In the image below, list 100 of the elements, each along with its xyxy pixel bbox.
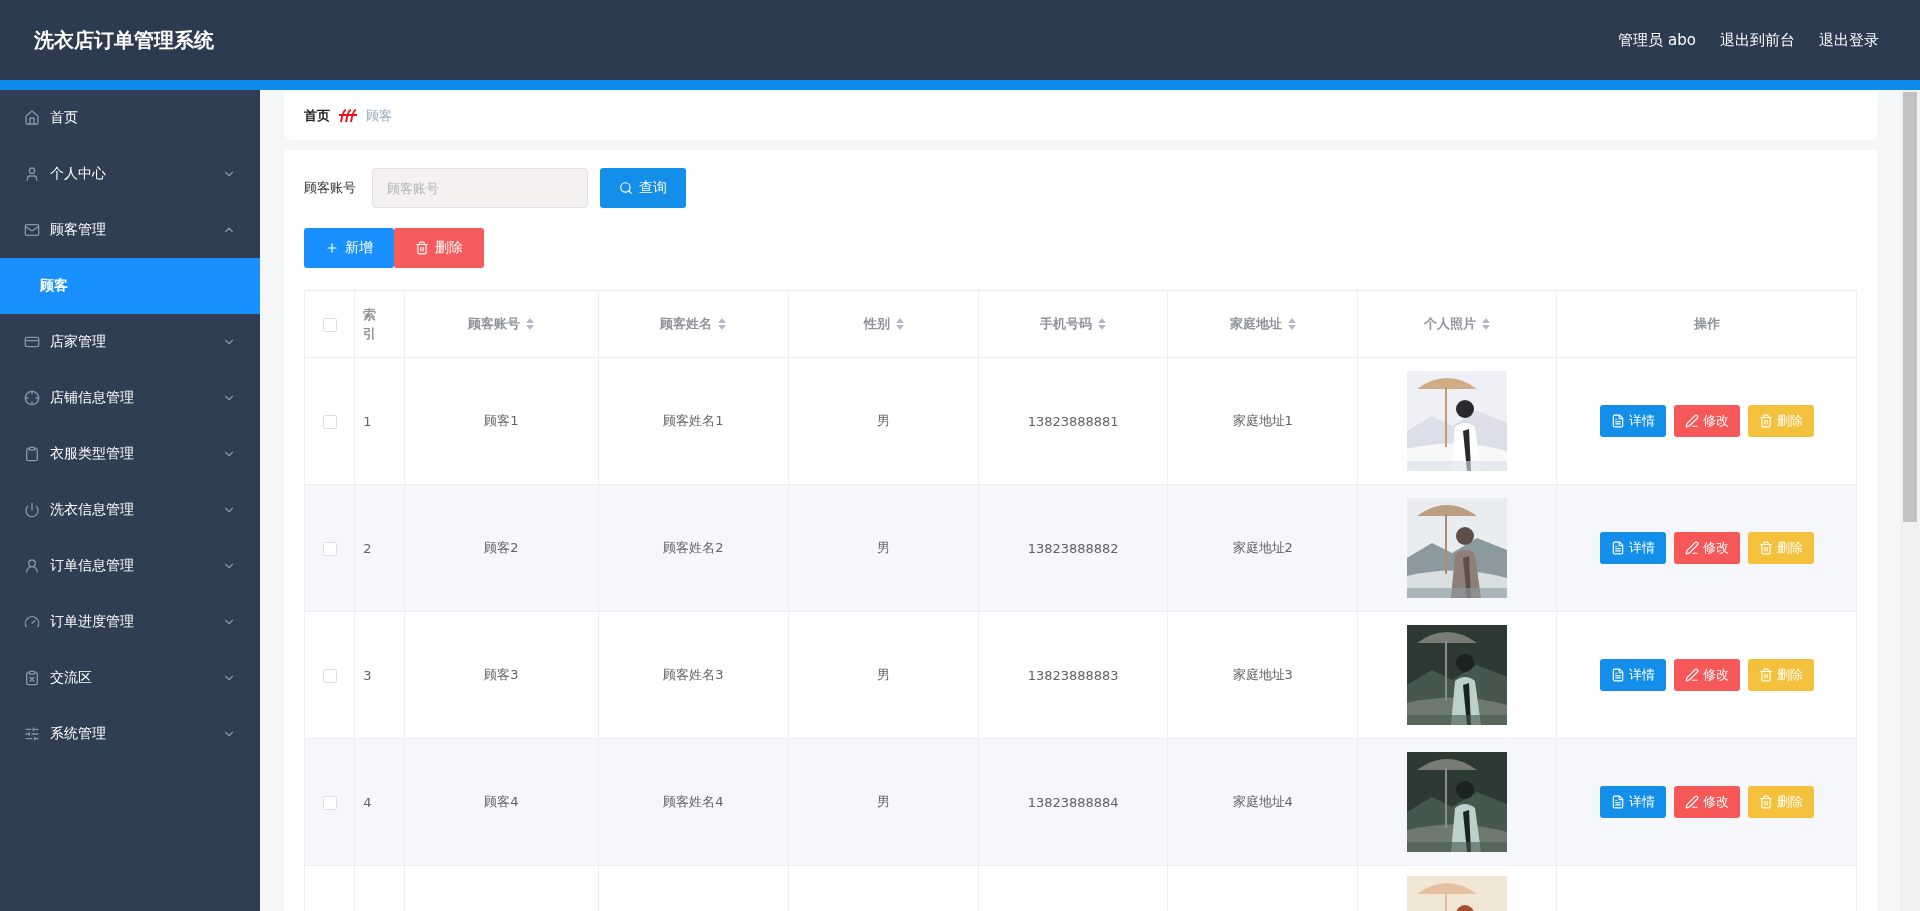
- table-cell: 顾客1: [484, 413, 519, 428]
- table-cell: 顾客姓名3: [663, 667, 724, 682]
- sidebar-item[interactable]: 顾客管理: [0, 202, 260, 258]
- trash-icon: [1758, 668, 1773, 682]
- breadcrumb-current: 顾客: [366, 107, 392, 125]
- sort-icon[interactable]: [1482, 318, 1491, 330]
- table-cell: 顾客3: [484, 667, 519, 682]
- sort-icon[interactable]: [1287, 318, 1296, 330]
- pen-icon: [1684, 795, 1699, 809]
- pen-icon: [1684, 414, 1699, 428]
- sort-icon[interactable]: [526, 318, 535, 330]
- sort-icon[interactable]: [718, 318, 727, 330]
- add-button[interactable]: 新增: [304, 228, 394, 268]
- table-cell: 男: [877, 413, 891, 428]
- detail-button[interactable]: 详情: [1599, 405, 1666, 437]
- separator-icon: [338, 109, 358, 123]
- table-cell: 13823888882: [1027, 540, 1119, 556]
- clipboard-icon: [24, 446, 40, 462]
- column-header[interactable]: 顾客账号: [468, 315, 535, 333]
- edit-button[interactable]: 修改: [1673, 659, 1740, 691]
- checkbox[interactable]: [322, 541, 337, 556]
- checkbox[interactable]: [322, 795, 337, 810]
- sidebar-item[interactable]: 系统管理: [0, 706, 260, 762]
- pen-icon: [1684, 668, 1699, 682]
- checkbox[interactable]: [322, 414, 337, 429]
- card-icon: [24, 334, 40, 350]
- edit-button[interactable]: 修改: [1673, 532, 1740, 564]
- document-icon: [1610, 541, 1625, 555]
- user-icon: [24, 558, 40, 574]
- detail-button[interactable]: 详情: [1599, 786, 1666, 818]
- sidebar-item[interactable]: 店家管理: [0, 314, 260, 370]
- table-cell: 男: [877, 667, 891, 682]
- trash-icon: [1758, 414, 1773, 428]
- table-cell: 3: [363, 667, 372, 683]
- scrollbar[interactable]: [1900, 90, 1920, 911]
- sidebar-item[interactable]: 店铺信息管理: [0, 370, 260, 426]
- detail-button[interactable]: 详情: [1599, 532, 1666, 564]
- app-title: 洗衣店订单管理系统: [34, 26, 214, 54]
- sidebar-item[interactable]: 订单信息管理: [0, 538, 260, 594]
- column-header[interactable]: 个人照片: [1424, 315, 1491, 333]
- query-button[interactable]: 查询: [600, 168, 686, 208]
- sidebar-item[interactable]: 衣服类型管理: [0, 426, 260, 482]
- sidebar-item[interactable]: 洗衣信息管理: [0, 482, 260, 538]
- sort-icon[interactable]: [1098, 318, 1107, 330]
- checkbox[interactable]: [322, 317, 337, 332]
- search-icon: [619, 181, 633, 195]
- table-cell: 家庭地址4: [1232, 794, 1293, 809]
- plus-icon: [325, 241, 339, 255]
- column-header[interactable]: 手机号码: [1040, 315, 1107, 333]
- search-field[interactable]: 顾客账号: [372, 168, 588, 208]
- home-icon: [24, 110, 40, 126]
- document-icon: [1610, 668, 1625, 682]
- column-header[interactable]: 顾客姓名: [660, 315, 727, 333]
- mail-icon: [24, 222, 40, 238]
- table-cell: 顾客2: [484, 540, 519, 555]
- table-cell: 顾客4: [484, 794, 519, 809]
- delete-button[interactable]: 删除: [394, 228, 484, 268]
- clipboard-icon: [24, 670, 40, 686]
- table-cell: 13823888881: [1027, 413, 1119, 429]
- gauge-icon: [24, 614, 40, 630]
- sliders-icon: [24, 726, 40, 742]
- sidebar-item[interactable]: 首页: [0, 90, 260, 146]
- table-cell: 男: [877, 540, 891, 555]
- document-icon: [1610, 795, 1625, 809]
- breadcrumb-link[interactable]: 首页: [304, 107, 330, 125]
- table-cell: 男: [877, 794, 891, 809]
- table-cell: 家庭地址1: [1232, 413, 1293, 428]
- sidebar-item[interactable]: 交流区: [0, 650, 260, 706]
- table-cell: 顾客姓名1: [663, 413, 724, 428]
- edit-button[interactable]: 修改: [1673, 405, 1740, 437]
- column-header: 索引: [363, 305, 377, 343]
- trash-icon: [1758, 541, 1773, 555]
- sidebar-subitem[interactable]: 顾客: [0, 258, 260, 314]
- header-link[interactable]: 管理员 abo: [1618, 30, 1696, 50]
- table-cell: 13823888884: [1027, 794, 1119, 810]
- column-header[interactable]: 家庭地址: [1229, 315, 1296, 333]
- column-header: 操作: [1693, 315, 1720, 333]
- header-link[interactable]: 退出登录: [1819, 30, 1879, 50]
- trash-icon: [415, 241, 429, 255]
- checkbox[interactable]: [322, 668, 337, 683]
- table-cell: 13823888883: [1027, 667, 1119, 683]
- sidebar-item[interactable]: 个人中心: [0, 146, 260, 202]
- power-icon: [24, 502, 40, 518]
- document-icon: [1610, 414, 1625, 428]
- sidebar-item[interactable]: 订单进度管理: [0, 594, 260, 650]
- detail-button[interactable]: 详情: [1599, 659, 1666, 691]
- sort-icon[interactable]: [895, 318, 904, 330]
- pen-icon: [1684, 541, 1699, 555]
- table-cell: 顾客姓名4: [663, 794, 724, 809]
- table-cell: 家庭地址3: [1232, 667, 1293, 682]
- edit-button[interactable]: 修改: [1673, 786, 1740, 818]
- table-cell: 1: [363, 413, 372, 429]
- search-label: 顾客账号: [304, 179, 357, 197]
- user-icon: [24, 166, 40, 182]
- table-cell: 顾客姓名2: [663, 540, 724, 555]
- header-link[interactable]: 退出到前台: [1720, 30, 1795, 50]
- trash-icon: [1758, 795, 1773, 809]
- table-cell: 2: [363, 540, 372, 556]
- column-header[interactable]: 性别: [863, 315, 904, 333]
- table-cell: 4: [363, 794, 372, 810]
